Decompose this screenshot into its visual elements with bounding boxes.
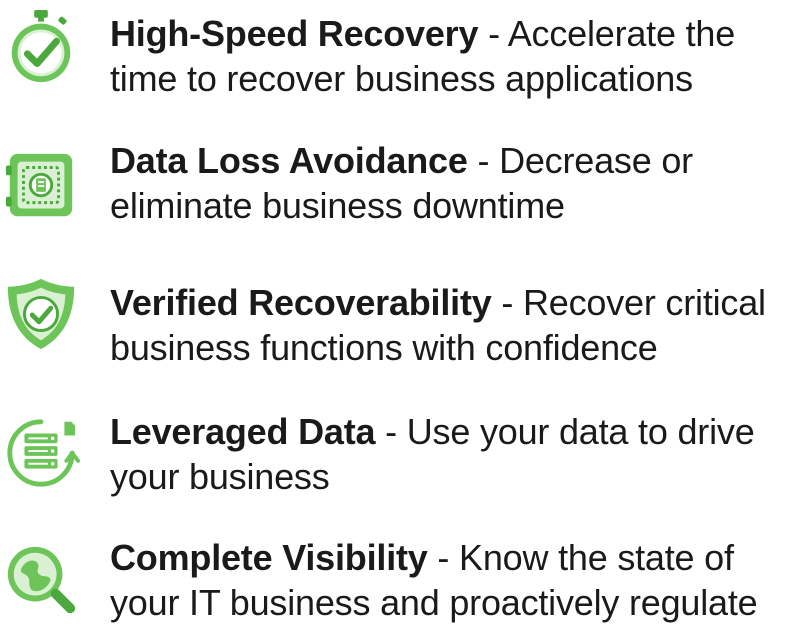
stopwatch-check-icon: [2, 8, 80, 86]
feature-title: Leveraged Data: [110, 411, 376, 452]
feature-separator: -: [427, 537, 460, 578]
feature-title: High-Speed Recovery: [110, 13, 479, 54]
feature-item: High-Speed Recovery - Accelerate the tim…: [0, 0, 803, 110]
database-sync-icon: [2, 414, 80, 492]
feature-title: Complete Visibility: [110, 537, 428, 578]
globe-magnifier-icon: [2, 541, 80, 619]
feature-title: Data Loss Avoidance: [110, 140, 468, 181]
feature-item: Leveraged Data - Use your data to drive …: [0, 392, 803, 502]
shield-check-icon: [2, 275, 80, 353]
feature-separator: -: [491, 282, 523, 323]
vault-safe-icon: [2, 148, 80, 226]
feature-text: Data Loss Avoidance - Decrease or elimin…: [110, 138, 800, 228]
feature-title: Verified Recoverability: [110, 282, 492, 323]
feature-text: Leveraged Data - Use your data to drive …: [110, 409, 800, 499]
feature-item: Data Loss Avoidance - Decrease or elimin…: [0, 128, 803, 238]
feature-item: Verified Recoverability - Recover critic…: [0, 255, 803, 368]
feature-text: Verified Recoverability - Recover critic…: [110, 280, 800, 370]
feature-separator: -: [478, 13, 508, 54]
feature-text: High-Speed Recovery - Accelerate the tim…: [110, 11, 800, 101]
feature-text: Complete Visibility - Know the state of …: [110, 535, 800, 625]
feature-separator: -: [375, 411, 407, 452]
feature-separator: -: [467, 140, 500, 181]
feature-item: Complete Visibility - Know the state of …: [0, 521, 803, 631]
